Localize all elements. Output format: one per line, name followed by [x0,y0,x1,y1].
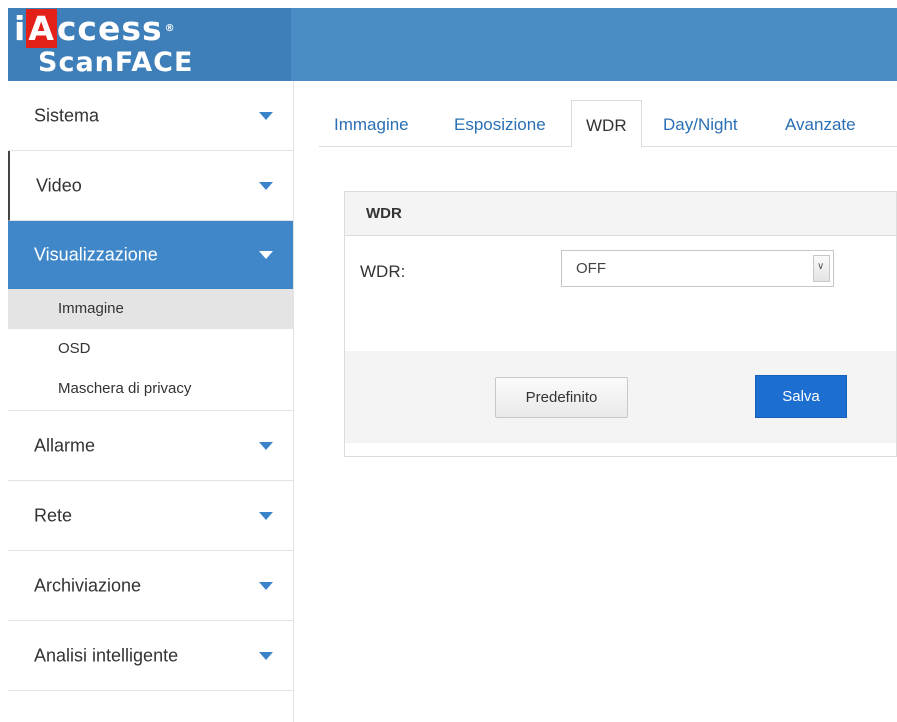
tab-wdr[interactable]: WDR [571,100,642,148]
tab-bar: Immagine Esposizione WDR Day/Night Avanz… [319,100,897,148]
tab-esposizione[interactable]: Esposizione [454,100,546,147]
sidebar-item-label: Archiviazione [34,575,142,595]
chevron-down-icon [259,251,273,259]
wdr-select[interactable]: OFF ∨ [561,250,834,287]
submenu-item-osd[interactable]: OSD [8,329,293,369]
tab-day-night[interactable]: Day/Night [663,100,738,147]
sidebar: Sistema Video Visualizzazione Immagine O… [8,81,294,722]
submenu-item-immagine[interactable]: Immagine [8,289,293,329]
sidebar-item-visualizzazione[interactable]: Visualizzazione [8,221,293,289]
sidebar-item-analisi-intelligente[interactable]: Analisi intelligente [8,621,293,691]
logo-a: A [26,9,57,48]
select-arrow[interactable]: ∨ [811,251,833,286]
sidebar-item-label: Allarme [34,435,96,455]
logo-wordmark: iAccess ® [14,9,176,48]
tab-immagine[interactable]: Immagine [334,100,409,147]
sidebar-item-label: Video [36,175,82,195]
product-name: ScanFACE [38,47,194,78]
chevron-down-icon [259,511,273,520]
sidebar-item-archiviazione[interactable]: Archiviazione [8,551,293,621]
tab-avanzate[interactable]: Avanzate [785,100,856,147]
sidebar-item-label: Sistema [34,105,100,125]
wdr-field-label: WDR: [360,262,406,281]
chevron-down-icon [259,581,273,590]
sidebar-item-rete[interactable]: Rete [8,481,293,551]
panel-footer: Predefinito Salva [345,351,896,443]
logo: iAccess ® ScanFACE [8,8,291,81]
wdr-select-value: OFF [576,260,606,277]
save-button[interactable]: Salva [755,375,847,418]
sidebar-item-video[interactable]: Video [8,151,293,221]
chevron-down-icon [259,651,273,660]
top-header: iAccess ® ScanFACE [8,8,897,81]
chevron-down-icon [259,441,273,450]
sidebar-item-sistema[interactable]: Sistema [8,81,293,151]
wdr-panel: WDR WDR: OFF ∨ Predefinito Salva [344,191,897,457]
submenu-item-privacy-mask[interactable]: Maschera di privacy [8,369,293,409]
sidebar-item-allarme[interactable]: Allarme [8,411,293,481]
panel-title: WDR [345,192,896,236]
logo-rest: ccess [56,9,163,48]
logo-i: i [14,9,27,48]
chevron-down-icon [259,111,273,120]
sidebar-item-label: Analisi intelligente [34,645,179,665]
app-window: iAccess ® ScanFACE Sistema Video Visualiz… [8,8,897,722]
sidebar-item-label: Visualizzazione [34,244,158,265]
chevron-down-icon: ∨ [817,261,825,272]
submenu-visualizzazione: Immagine OSD Maschera di privacy [8,289,293,411]
sidebar-item-label: Rete [34,505,73,525]
logo-registered-mark: ® [164,23,176,34]
chevron-down-icon [259,181,273,190]
default-button[interactable]: Predefinito [495,377,628,418]
